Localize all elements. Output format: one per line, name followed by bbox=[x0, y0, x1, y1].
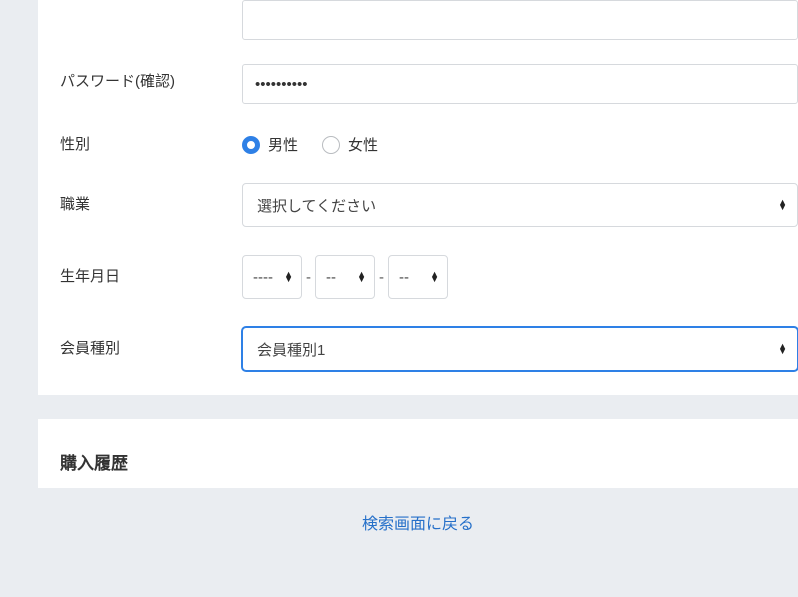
gender-female-radio[interactable]: 女性 bbox=[322, 134, 378, 155]
purchase-history-title: 購入履歴 bbox=[38, 419, 798, 488]
select-arrows-icon: ▲▼ bbox=[778, 200, 787, 210]
member-type-value: 会員種別1 bbox=[257, 339, 325, 360]
gender-radio-group: 男性 女性 bbox=[242, 132, 798, 155]
card-gap bbox=[0, 395, 798, 419]
date-separator: - bbox=[306, 269, 311, 286]
prev-field-label bbox=[60, 0, 242, 10]
select-arrows-icon: ▲▼ bbox=[430, 272, 439, 282]
birthday-day-select[interactable]: -- ▲▼ bbox=[388, 255, 448, 299]
date-separator: - bbox=[379, 269, 384, 286]
member-form-card: パスワード(確認) 性別 男性 女性 職業 選択してください bbox=[38, 0, 798, 395]
footer: 検索画面に戻る bbox=[38, 488, 798, 556]
gender-male-radio[interactable]: 男性 bbox=[242, 134, 298, 155]
gender-male-label: 男性 bbox=[268, 134, 298, 155]
password-confirm-label: パスワード(確認) bbox=[60, 64, 242, 94]
birthday-month-value: -- bbox=[326, 269, 336, 286]
password-confirm-input[interactable] bbox=[242, 64, 798, 104]
gender-female-label: 女性 bbox=[348, 134, 378, 155]
purchase-history-card: 購入履歴 bbox=[38, 419, 798, 488]
prev-text-input[interactable] bbox=[242, 0, 798, 40]
select-arrows-icon: ▲▼ bbox=[778, 344, 787, 354]
radio-unchecked-icon bbox=[322, 136, 340, 154]
birthday-group: ---- ▲▼ - -- ▲▼ - -- ▲▼ bbox=[242, 255, 798, 299]
select-arrows-icon: ▲▼ bbox=[284, 272, 293, 282]
occupation-select-value: 選択してください bbox=[257, 195, 376, 216]
birthday-day-value: -- bbox=[399, 269, 409, 286]
radio-checked-icon bbox=[242, 136, 260, 154]
member-type-label: 会員種別 bbox=[60, 327, 242, 358]
occupation-select[interactable]: 選択してください ▲▼ bbox=[242, 183, 798, 227]
birthday-year-select[interactable]: ---- ▲▼ bbox=[242, 255, 302, 299]
birthday-label: 生年月日 bbox=[60, 255, 242, 286]
gender-label: 性別 bbox=[60, 133, 242, 154]
birthday-year-value: ---- bbox=[253, 269, 273, 286]
birthday-month-select[interactable]: -- ▲▼ bbox=[315, 255, 375, 299]
select-arrows-icon: ▲▼ bbox=[357, 272, 366, 282]
back-to-search-link[interactable]: 検索画面に戻る bbox=[362, 516, 474, 533]
member-type-select[interactable]: 会員種別1 ▲▼ bbox=[242, 327, 798, 371]
occupation-label: 職業 bbox=[60, 183, 242, 214]
